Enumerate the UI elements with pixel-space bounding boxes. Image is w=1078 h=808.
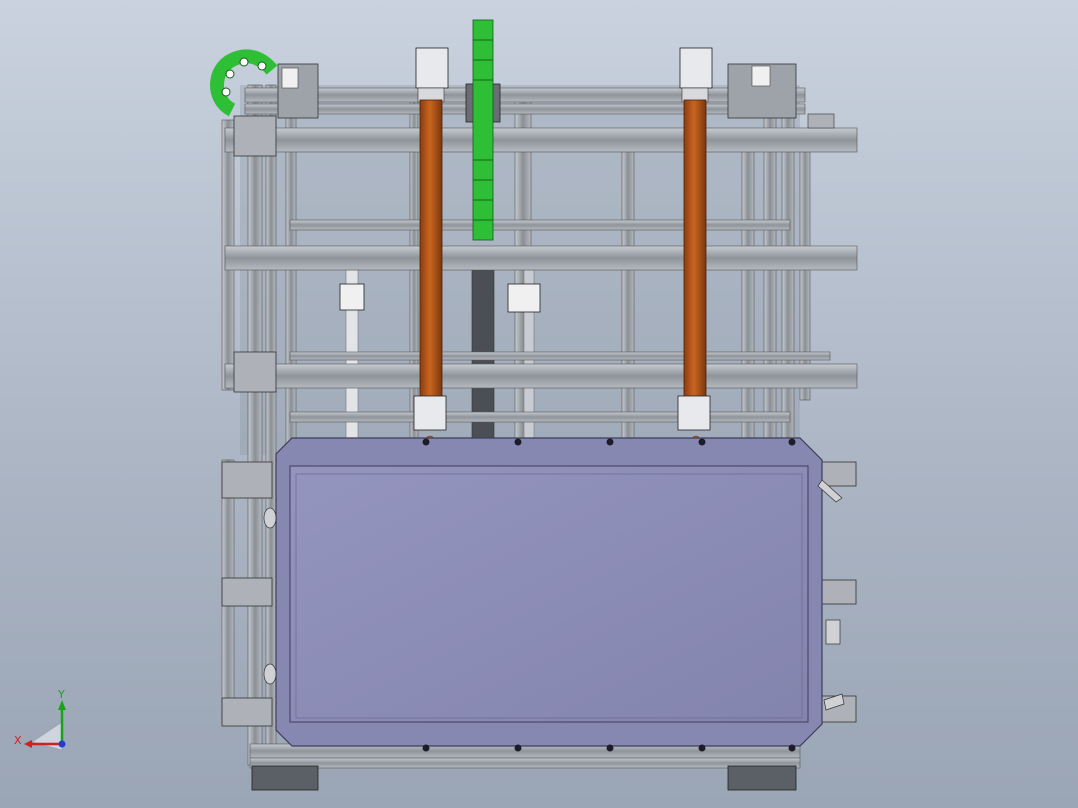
triad-plane — [31, 721, 63, 751]
x-axis-label: X — [14, 734, 22, 747]
z-axis-dot — [58, 740, 66, 748]
cad-viewport[interactable]: Y X — [0, 0, 1078, 808]
y-axis-head — [58, 700, 66, 710]
lifting-plate — [275, 437, 823, 752]
axis-triad[interactable]: Y X — [14, 688, 66, 751]
x-axis-head — [24, 740, 32, 748]
y-axis-label: Y — [57, 688, 65, 701]
model-drawing[interactable]: Y X — [0, 0, 1078, 808]
